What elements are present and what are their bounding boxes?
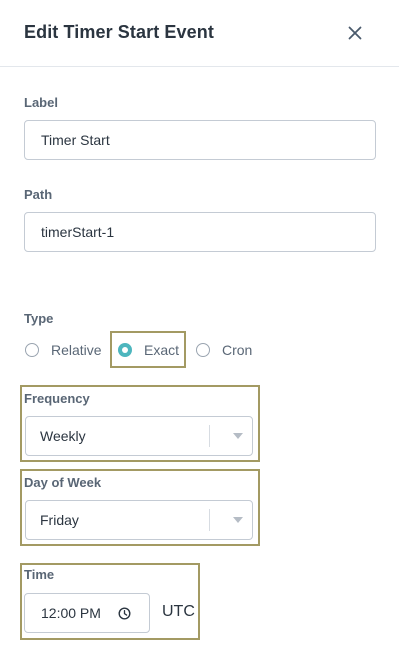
label-field-label: Label [24, 95, 58, 110]
frequency-field-label: Frequency [24, 391, 90, 406]
clock-icon[interactable] [118, 607, 131, 620]
radio-cron[interactable]: Cron [196, 338, 252, 362]
radio-cron-label: Cron [222, 342, 253, 358]
frequency-select-separator [209, 425, 210, 447]
radio-relative-label: Relative [51, 342, 102, 358]
radio-cron-circle[interactable] [196, 343, 210, 357]
time-input-value: 12:00 PM [41, 605, 101, 621]
chevron-down-icon[interactable] [233, 517, 243, 523]
panel-title: Edit Timer Start Event [24, 22, 214, 42]
type-field-label: Type [24, 311, 54, 326]
day-of-week-select-value: Friday [40, 512, 79, 528]
day-of-week-select[interactable]: Friday [25, 500, 253, 540]
radio-relative[interactable]: Relative [25, 338, 102, 362]
day-of-week-field-label: Day of Week [24, 475, 102, 490]
close-button[interactable] [344, 22, 366, 44]
path-field-label: Path [24, 187, 53, 202]
day-of-week-select-separator [209, 509, 210, 531]
frequency-select[interactable]: Weekly [25, 416, 253, 456]
time-input[interactable]: 12:00 PM [24, 593, 150, 633]
panel-header: Edit Timer Start Event [0, 0, 399, 67]
time-field-label: Time [24, 567, 55, 582]
timezone-label: UTC [162, 603, 195, 620]
exact-highlight-box [110, 331, 186, 368]
frequency-select-value: Weekly [40, 428, 86, 444]
label-input[interactable] [24, 120, 376, 160]
path-input[interactable] [24, 212, 376, 252]
close-icon [348, 26, 362, 40]
radio-relative-circle[interactable] [25, 343, 39, 357]
chevron-down-icon[interactable] [233, 433, 243, 439]
